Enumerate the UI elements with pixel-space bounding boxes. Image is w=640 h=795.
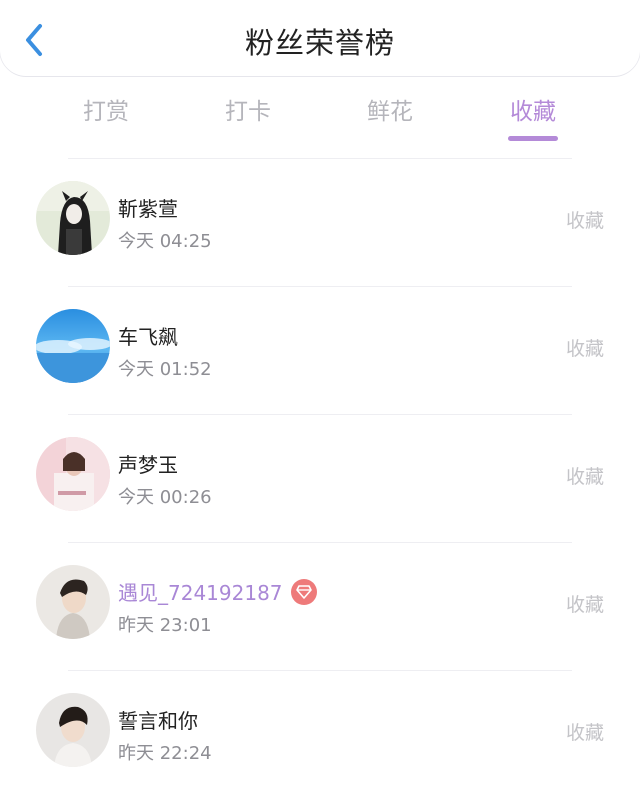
list-item[interactable]: 声梦玉 今天 00:26 收藏 (0, 415, 640, 542)
action-tag: 收藏 (565, 722, 604, 744)
page: 粉丝荣誉榜 打赏 打卡 鲜花 收藏 靳紫萱 今天 04:25 收藏 车飞飙 今天… (0, 0, 640, 795)
action-tag: 收藏 (565, 466, 604, 488)
fan-time: 昨天 23:01 (118, 615, 212, 636)
list-item[interactable]: 车飞飙 今天 01:52 收藏 (0, 287, 640, 414)
tab-flowers[interactable]: 鲜花 (350, 92, 430, 126)
tab-tip[interactable]: 打赏 (66, 92, 146, 126)
tab-checkin[interactable]: 打卡 (208, 92, 288, 126)
fan-time: 昨天 22:24 (118, 743, 212, 764)
list-item[interactable]: 靳紫萱 今天 04:25 收藏 (0, 159, 640, 286)
diamond-icon (290, 578, 317, 605)
page-title: 粉丝荣誉榜 (244, 26, 395, 60)
fan-time: 今天 04:25 (118, 231, 212, 252)
action-tag: 收藏 (565, 338, 604, 360)
fan-name: 声梦玉 (118, 453, 178, 477)
tab-bar: 打赏 打卡 鲜花 收藏 (0, 88, 640, 148)
avatar (36, 565, 110, 639)
header-bar: 粉丝荣誉榜 (0, 0, 640, 76)
fan-name: 车飞飙 (118, 325, 178, 349)
fan-time: 今天 00:26 (118, 487, 212, 508)
avatar (36, 309, 110, 383)
active-tab-indicator (508, 136, 558, 141)
list-item[interactable]: 遇见_724192187 昨天 23:01 收藏 (0, 543, 640, 670)
avatar (36, 437, 110, 511)
fan-name: 誓言和你 (118, 709, 198, 733)
fan-name-text: 遇见_724192187 (118, 581, 283, 605)
action-tag: 收藏 (565, 210, 604, 232)
avatar (36, 181, 110, 255)
fan-name: 遇见_724192187 (118, 577, 317, 606)
avatar (36, 693, 110, 767)
list-item[interactable]: 誓言和你 昨天 22:24 收藏 (0, 671, 640, 795)
fan-name: 靳紫萱 (118, 197, 178, 221)
action-tag: 收藏 (565, 594, 604, 616)
tab-favorites[interactable]: 收藏 (493, 92, 573, 126)
fan-time: 今天 01:52 (118, 359, 212, 380)
fan-list: 靳紫萱 今天 04:25 收藏 车飞飙 今天 01:52 收藏 声梦玉 今天 0… (0, 158, 640, 795)
